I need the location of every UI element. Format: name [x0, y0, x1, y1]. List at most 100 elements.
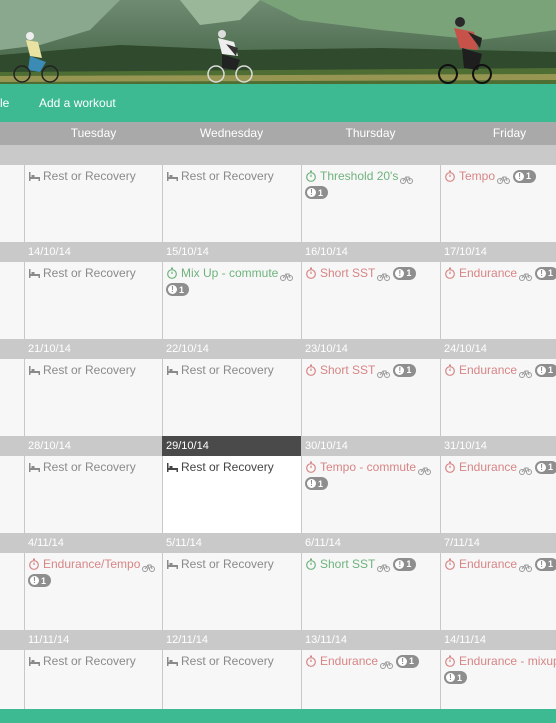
date-label: 14/11/14 — [444, 634, 487, 646]
day-cell[interactable]: Tempo! 1 — [440, 165, 556, 242]
workout-count-badge[interactable]: ! 1 — [396, 654, 420, 668]
workout-entry[interactable]: Endurance/Tempo — [28, 556, 160, 572]
bike-icon — [400, 172, 414, 184]
bed-icon — [28, 170, 41, 182]
workout-count-badge[interactable]: ! 1 — [513, 169, 537, 183]
partial-day-cell[interactable] — [0, 553, 24, 630]
day-cell[interactable]: Short SST! 1 — [301, 262, 440, 339]
rest-entry[interactable]: Rest or Recovery — [166, 459, 298, 475]
workout-count-badge[interactable]: ! 1 — [393, 557, 417, 571]
workout-entry[interactable]: Endurance ! 1 — [444, 265, 556, 281]
day-cell[interactable]: Endurance! 1 — [440, 456, 556, 533]
partial-day-cell[interactable] — [0, 456, 24, 533]
week-row: 14/10/14 15/10/14 16/10/14 17/10/14 Rest or … — [0, 242, 556, 339]
rest-entry[interactable]: Rest or Recovery — [28, 265, 160, 281]
workout-entry[interactable]: Endurance - mixup — [444, 653, 556, 669]
workout-label: Rest or Recovery — [181, 654, 274, 668]
partial-day-cell[interactable] — [0, 650, 24, 709]
day-cell[interactable]: Rest or Recovery — [162, 553, 301, 630]
workout-entry[interactable]: Threshold 20's — [305, 168, 437, 184]
day-cell[interactable]: Endurance/Tempo ! 1 — [24, 553, 163, 630]
partial-day-cell[interactable] — [0, 262, 24, 339]
day-cell[interactable]: Endurance! 1 — [440, 553, 556, 630]
date-label: 17/10/14 — [444, 246, 487, 258]
workout-count-badge[interactable]: ! 1 — [535, 557, 556, 571]
day-cell[interactable]: Short SST! 1 — [301, 359, 440, 436]
day-cell[interactable]: Rest or Recovery — [162, 165, 301, 242]
alert-icon: ! — [515, 171, 525, 181]
workout-entry[interactable]: Short SST! 1 — [305, 362, 437, 378]
bed-icon — [166, 364, 179, 376]
workout-count-badge[interactable]: ! 1 — [535, 460, 556, 474]
workout-entry[interactable]: Tempo! 1 — [444, 168, 556, 184]
week-row: 21/10/14 22/10/14 23/10/14 24/10/14 Rest or … — [0, 339, 556, 436]
rest-entry[interactable]: Rest or Recovery — [166, 653, 298, 669]
day-cell[interactable]: Threshold 20's! 1 — [301, 165, 440, 242]
alert-icon: ! — [168, 285, 177, 294]
bed-icon — [28, 364, 41, 376]
day-cell[interactable]: Rest or Recovery — [24, 456, 163, 533]
day-cell[interactable]: Tempo - commute ! 1 — [301, 456, 440, 533]
workout-count-badge[interactable]: ! 1 — [444, 671, 468, 684]
alert-icon: ! — [537, 559, 547, 569]
workout-entry[interactable]: Mix Up - commute — [166, 265, 298, 281]
workout-entry[interactable]: Endurance! 1 — [444, 459, 556, 475]
badge-count: 1 — [526, 171, 532, 181]
date-label: 4/11/14 — [28, 537, 64, 549]
alert-icon: ! — [307, 188, 316, 197]
workout-count-badge[interactable]: ! 1 — [305, 186, 329, 199]
rest-entry[interactable]: Rest or Recovery — [28, 459, 160, 475]
day-cell[interactable]: Rest or Recovery — [162, 650, 301, 709]
partial-day-cell[interactable] — [0, 165, 24, 242]
day-cell[interactable]: Rest or Recovery — [162, 359, 301, 436]
rest-entry[interactable]: Rest or Recovery — [166, 168, 298, 184]
workout-count-badge[interactable]: ! 1 — [393, 363, 417, 377]
date-label: 24/10/14 — [444, 343, 487, 355]
badge-count: 1 — [548, 365, 554, 375]
day-cell[interactable]: Short SST ! 1 — [301, 553, 440, 630]
workout-entry[interactable]: Tempo - commute — [305, 459, 437, 475]
day-cell[interactable]: Mix Up - commute ! 1 — [162, 262, 301, 339]
rest-entry[interactable]: Rest or Recovery — [166, 556, 298, 572]
week-row: 4/11/14 5/11/14 6/11/14 7/11/14 Endurance/Te… — [0, 533, 556, 630]
day-cell[interactable]: Endurance ! 1 — [440, 262, 556, 339]
bike-icon — [519, 269, 533, 281]
workout-entry[interactable]: Short SST ! 1 — [305, 556, 437, 572]
day-cell[interactable]: Endurance! 1 — [440, 359, 556, 436]
bike-icon — [377, 366, 391, 378]
day-cell[interactable]: Rest or Recovery — [24, 262, 163, 339]
workout-label: Endurance/Tempo — [43, 557, 141, 571]
alert-icon: ! — [446, 673, 455, 682]
alert-icon: ! — [398, 656, 408, 666]
day-cell[interactable]: Endurance! 1 — [301, 650, 440, 709]
workout-count-badge[interactable]: ! 1 — [166, 283, 190, 296]
rest-entry[interactable]: Rest or Recovery — [28, 653, 160, 669]
workout-entry[interactable]: Endurance! 1 — [444, 556, 556, 572]
bike-icon — [377, 560, 391, 572]
workout-label: Rest or Recovery — [43, 266, 136, 280]
workout-label: Endurance — [459, 266, 518, 280]
workout-entry[interactable]: Endurance! 1 — [305, 653, 437, 669]
day-cell[interactable]: Endurance - mixup ! 1 — [440, 650, 556, 709]
rest-entry[interactable]: Rest or Recovery — [166, 362, 298, 378]
workout-count-badge[interactable]: ! 1 — [393, 266, 417, 280]
day-cell[interactable]: Rest or Recovery — [24, 165, 163, 242]
workout-label: Short SST — [320, 557, 376, 571]
workout-count-badge[interactable]: ! 1 — [535, 266, 556, 280]
badge-count: 1 — [318, 187, 324, 198]
rest-entry[interactable]: Rest or Recovery — [28, 168, 160, 184]
workout-count-badge[interactable]: ! 1 — [305, 477, 329, 490]
day-cell[interactable]: Rest or Recovery — [24, 359, 163, 436]
day-cell[interactable]: Rest or Recovery — [24, 650, 163, 709]
workout-label: Tempo - commute — [320, 460, 417, 474]
workout-count-badge[interactable]: ! 1 — [535, 363, 556, 377]
day-cell[interactable]: Rest or Recovery — [162, 456, 301, 533]
workout-entry[interactable]: Short SST! 1 — [305, 265, 437, 281]
workout-entry[interactable]: Endurance! 1 — [444, 362, 556, 378]
nav-profile-link[interactable]: file — [0, 96, 9, 110]
workout-count-badge[interactable]: ! 1 — [28, 574, 52, 587]
rest-entry[interactable]: Rest or Recovery — [28, 362, 160, 378]
workout-label: Rest or Recovery — [181, 169, 274, 183]
nav-add-workout-link[interactable]: Add a workout — [39, 96, 116, 110]
partial-day-cell[interactable] — [0, 359, 24, 436]
